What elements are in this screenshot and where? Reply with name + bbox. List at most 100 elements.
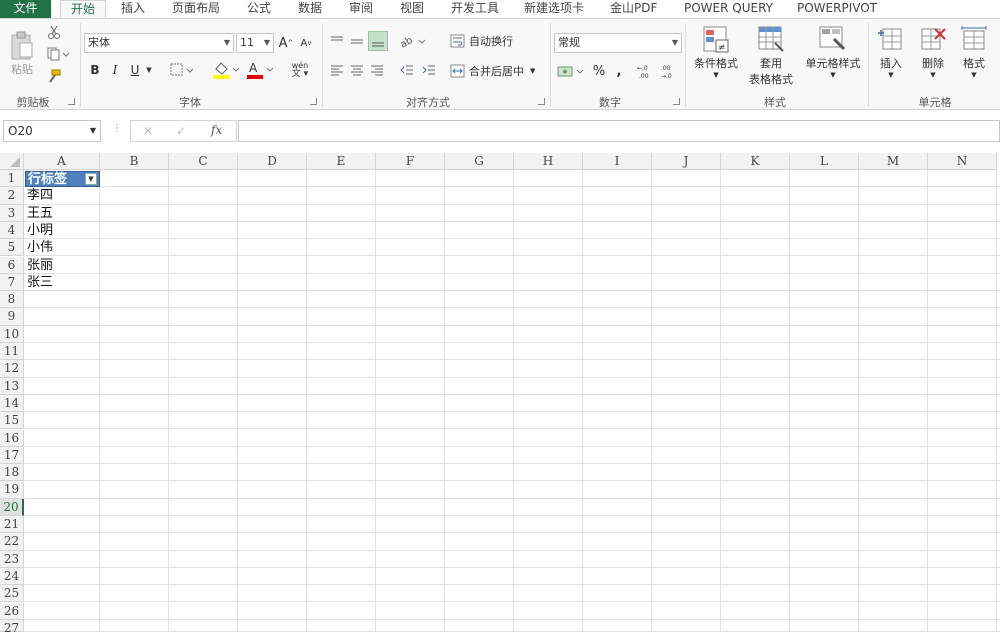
format-cells-button[interactable]: 格式 ▼	[956, 25, 992, 93]
row-header-20[interactable]: 20	[0, 498, 24, 516]
align-bottom-icon[interactable]	[368, 31, 388, 51]
select-all-corner[interactable]	[0, 153, 24, 170]
row-header-4[interactable]: 4	[0, 221, 24, 240]
wrap-text-button[interactable]: 自动换行	[450, 31, 530, 51]
font-launcher-icon[interactable]	[310, 98, 317, 105]
font-size-select[interactable]: 11 ▼	[236, 33, 274, 53]
cell-styles-button[interactable]: 单元格样式 ▼	[800, 25, 866, 93]
formula-input[interactable]	[238, 120, 1000, 142]
align-center-icon[interactable]	[348, 61, 366, 79]
row-header-25[interactable]: 25	[0, 585, 24, 603]
row-header-16[interactable]: 16	[0, 429, 24, 447]
row-header-13[interactable]: 13	[0, 377, 24, 395]
decrease-indent-icon[interactable]	[398, 61, 416, 79]
column-header-L[interactable]: L	[790, 153, 859, 170]
tab-review[interactable]: 审阅	[349, 0, 373, 18]
row-header-2[interactable]: 2	[0, 187, 24, 205]
tab-pdf[interactable]: 金山PDF	[610, 0, 657, 18]
row-header-3[interactable]: 3	[0, 204, 24, 222]
number-launcher-icon[interactable]	[673, 98, 680, 105]
chevron-down-icon[interactable]: ▼	[144, 61, 154, 79]
pivot-item-cell[interactable]: 小明	[24, 222, 100, 239]
font-name-select[interactable]: 宋体 ▼	[84, 33, 234, 53]
format-as-table-button[interactable]: 套用 表格格式	[744, 25, 798, 101]
column-header-C[interactable]: C	[169, 153, 238, 170]
align-left-icon[interactable]	[328, 61, 346, 79]
tab-view[interactable]: 视图	[400, 0, 424, 18]
conditional-format-button[interactable]: ≠ 条件格式 ▼	[688, 25, 744, 93]
shrink-font-button[interactable]: Av	[298, 33, 314, 53]
tab-power-query[interactable]: POWER QUERY	[684, 0, 773, 18]
column-header-M[interactable]: M	[859, 153, 928, 170]
row-header-11[interactable]: 11	[0, 343, 24, 361]
enter-icon[interactable]: ✓	[176, 124, 186, 138]
comma-button[interactable]: ,	[612, 61, 626, 81]
pivot-row-label-header[interactable]: 行标签 ▼	[25, 171, 100, 187]
row-header-5[interactable]: 5	[0, 239, 24, 257]
column-header-G[interactable]: G	[445, 153, 514, 170]
row-header-17[interactable]: 17	[0, 446, 24, 465]
column-header-E[interactable]: E	[307, 153, 376, 170]
paste-button[interactable]: 粘贴	[6, 25, 38, 83]
row-header-26[interactable]: 26	[0, 602, 24, 620]
align-middle-icon[interactable]	[348, 31, 366, 51]
name-box[interactable]: O20 ▼	[3, 120, 101, 142]
tab-file[interactable]: 文件	[0, 0, 51, 18]
number-format-select[interactable]: 常规 ▼	[554, 33, 682, 53]
accounting-format-button[interactable]	[556, 61, 586, 81]
row-header-23[interactable]: 23	[0, 550, 24, 568]
column-header-B[interactable]: B	[100, 153, 169, 170]
phonetic-button[interactable]: wén 文 ▾	[284, 59, 316, 81]
grow-font-button[interactable]: A ^	[278, 33, 294, 53]
format-painter-icon[interactable]	[44, 67, 64, 85]
row-header-9[interactable]: 9	[0, 308, 24, 326]
row-header-1[interactable]: 1	[0, 170, 24, 188]
underline-button[interactable]: U	[128, 61, 142, 79]
percent-button[interactable]: %	[590, 61, 608, 81]
insert-function-icon[interactable]: fx	[211, 123, 222, 137]
bold-button[interactable]: B	[88, 61, 102, 79]
delete-cells-button[interactable]: 删除 ▼	[914, 25, 952, 93]
align-right-icon[interactable]	[368, 61, 386, 79]
alignment-launcher-icon[interactable]	[538, 98, 545, 105]
column-header-K[interactable]: K	[721, 153, 790, 170]
tab-powerpivot[interactable]: POWERPIVOT	[797, 0, 877, 18]
row-header-24[interactable]: 24	[0, 567, 24, 586]
fill-color-button[interactable]	[210, 59, 240, 81]
pivot-item-cell[interactable]: 李四	[24, 187, 100, 204]
pivot-item-cell[interactable]: 张三	[24, 274, 100, 291]
column-header-H[interactable]: H	[514, 153, 583, 170]
font-color-button[interactable]: A	[244, 59, 274, 81]
tab-data[interactable]: 数据	[298, 0, 322, 18]
row-header-18[interactable]: 18	[0, 464, 24, 482]
row-header-22[interactable]: 22	[0, 533, 24, 551]
tab-page-layout[interactable]: 页面布局	[172, 0, 220, 18]
insert-cells-button[interactable]: 插入 ▼	[872, 25, 910, 93]
pivot-item-cell[interactable]: 张丽	[24, 257, 100, 274]
row-header-14[interactable]: 14	[0, 394, 24, 413]
tab-formulas[interactable]: 公式	[247, 0, 271, 18]
copy-icon[interactable]	[44, 45, 72, 63]
filter-dropdown-icon[interactable]: ▼	[85, 173, 97, 185]
column-header-N[interactable]: N	[928, 153, 997, 170]
cancel-icon[interactable]: ✕	[143, 124, 153, 138]
column-header-I[interactable]: I	[583, 153, 652, 170]
row-header-21[interactable]: 21	[0, 516, 24, 534]
merge-center-button[interactable]: 合并后居中 ▼	[450, 61, 546, 81]
row-header-27[interactable]: 27	[0, 619, 24, 635]
worksheet-grid[interactable]: ABCDEFGHIJKLMN 1 2 3 4 5 6 7 8 9 10 11 12 13 14 15 16 17…	[0, 153, 1000, 635]
cut-icon[interactable]	[44, 23, 64, 41]
pivot-item-cell[interactable]: 王五	[24, 205, 100, 222]
increase-indent-icon[interactable]	[420, 61, 438, 79]
column-header-J[interactable]: J	[652, 153, 721, 170]
row-header-10[interactable]: 10	[0, 325, 24, 343]
pivot-item-cell[interactable]: 小伟	[24, 239, 100, 256]
tab-home[interactable]: 开始	[60, 0, 107, 18]
row-header-8[interactable]: 8	[0, 291, 24, 309]
border-button[interactable]	[168, 61, 196, 79]
italic-button[interactable]: I	[108, 61, 122, 79]
column-header-D[interactable]: D	[238, 153, 307, 170]
row-header-12[interactable]: 12	[0, 360, 24, 378]
orientation-icon[interactable]: ab	[398, 31, 428, 51]
column-header-A[interactable]: A	[24, 153, 100, 170]
